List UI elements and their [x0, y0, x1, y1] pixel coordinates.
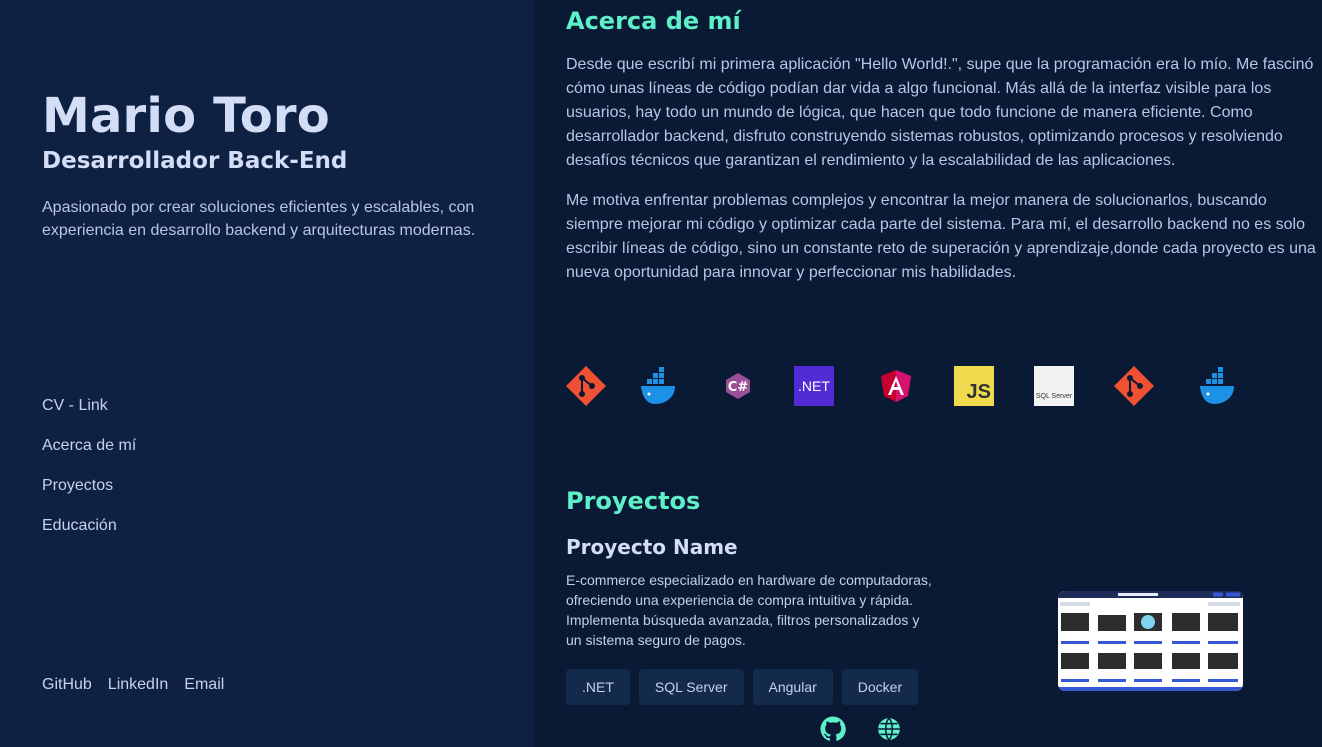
nav-item-projects[interactable]: Proyectos: [42, 476, 136, 516]
angular-icon: [874, 364, 918, 408]
profile-name: Mario Toro: [42, 88, 330, 144]
nav-item-education[interactable]: Educación: [42, 516, 136, 556]
project-screenshot[interactable]: [1058, 591, 1243, 691]
globe-icon[interactable]: [876, 716, 902, 747]
about-title: Acerca de mí: [566, 7, 741, 35]
tag-sqlserver: SQL Server: [638, 669, 744, 705]
docker-icon: [1196, 364, 1240, 408]
tag-dotnet: .NET: [566, 669, 630, 705]
about-paragraph-1: Desde que escribí mi primera aplicación …: [566, 56, 1314, 169]
profile-intro: Apasionado por crear soluciones eficient…: [42, 199, 476, 239]
tag-angular: Angular: [752, 669, 833, 705]
dotnet-icon: .NET: [794, 366, 834, 406]
nav-item-about[interactable]: Acerca de mí: [42, 436, 136, 476]
project-description: E-commerce especializado en hardware de …: [566, 572, 932, 648]
nav-item-cv[interactable]: CV - Link: [42, 396, 136, 436]
github-icon[interactable]: [820, 716, 846, 747]
linkedin-link[interactable]: LinkedIn: [108, 676, 169, 694]
project-tags: .NET SQL Server Angular Docker: [566, 669, 919, 705]
email-link[interactable]: Email: [184, 676, 224, 694]
git-icon: [564, 364, 608, 408]
js-icon-text: JS: [966, 381, 991, 403]
sqlserver-icon-text: SQL Server: [1035, 393, 1073, 400]
tech-icons-carousel: C# .NET JS SQL Server: [564, 364, 1264, 408]
social-links: GitHub LinkedIn Email: [42, 676, 224, 694]
github-link[interactable]: GitHub: [42, 676, 92, 694]
projects-title: Proyectos: [566, 487, 701, 515]
javascript-icon: JS: [954, 366, 994, 406]
sidebar-nav: CV - Link Acerca de mí Proyectos Educaci…: [42, 396, 136, 556]
about-paragraph-2: Me motiva enfrentar problemas complejos …: [566, 192, 1316, 281]
project-links: [820, 716, 902, 747]
profile-role: Desarrollador Back-End: [42, 148, 348, 174]
sqlserver-icon: SQL Server: [1034, 366, 1074, 406]
csharp-icon: C#: [716, 364, 760, 408]
docker-icon: [637, 364, 681, 408]
project-name[interactable]: Proyecto Name: [566, 535, 738, 559]
git-icon: [1112, 364, 1156, 408]
tag-docker: Docker: [841, 669, 919, 705]
sidebar: Mario Toro Desarrollador Back-End Apasio…: [0, 0, 534, 747]
main-content: Acerca de mí Desde que escribí mi primer…: [534, 0, 1322, 747]
dotnet-icon-text: .NET: [798, 378, 830, 394]
svg-text:C#: C#: [728, 380, 749, 395]
